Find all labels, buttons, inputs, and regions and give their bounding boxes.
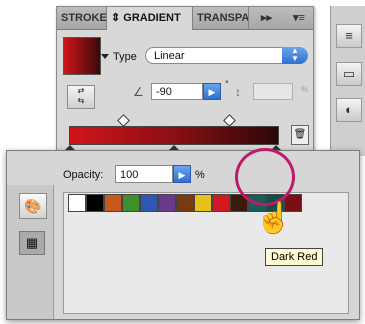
reverse-gradient-button[interactable]: ⇄ ⇆ xyxy=(67,85,95,109)
tab-bar: STROKE ⇕ GRADIENT TRANSPARENCY ▸▸ ▾≡ xyxy=(57,7,313,30)
tab-stepper-icon: ⇕ xyxy=(111,12,121,24)
opacity-input[interactable]: 100 xyxy=(115,165,173,183)
swatch-red[interactable] xyxy=(212,194,230,212)
menu-lines-icon[interactable]: ≡ xyxy=(336,24,362,48)
swatch-purple[interactable] xyxy=(158,194,176,212)
swatch-green[interactable] xyxy=(122,194,140,212)
degree-symbol: ° xyxy=(225,79,229,89)
highlight-circle xyxy=(235,148,295,206)
midpoint-diamond-left[interactable] xyxy=(117,114,130,127)
swatch-white[interactable] xyxy=(68,194,86,212)
grid-view-icon[interactable]: ▦ xyxy=(19,231,45,255)
gradient-swatch[interactable] xyxy=(63,37,101,75)
aspect-percent-symbol: % xyxy=(301,85,309,94)
swatch-brown[interactable] xyxy=(176,194,194,212)
angle-input[interactable]: -90 xyxy=(151,83,203,100)
opacity-unit: % xyxy=(195,169,205,181)
midpoint-diamond-right[interactable] xyxy=(223,114,236,127)
panel-menu-button[interactable]: ▾≡ xyxy=(291,7,313,29)
gradient-panel: STROKE ⇕ GRADIENT TRANSPARENCY ▸▸ ▾≡ Typ… xyxy=(56,6,314,158)
opacity-label: Opacity: xyxy=(63,169,104,181)
tab-gradient[interactable]: ⇕ GRADIENT xyxy=(107,7,193,30)
tab-overflow-button[interactable]: ▸▸ xyxy=(249,7,291,29)
palette-icon[interactable]: 🎨 xyxy=(19,193,47,219)
opacity-dropdown-button[interactable]: ▶ xyxy=(173,165,191,183)
swatch-blue[interactable] xyxy=(140,194,158,212)
gradient-slider[interactable] xyxy=(69,126,279,145)
select-stepper-icon[interactable]: ▲ ▼ xyxy=(282,47,308,64)
swatch-yellow[interactable] xyxy=(194,194,212,212)
gradient-tool-icon[interactable]: ▭ xyxy=(336,62,362,86)
type-label: Type xyxy=(113,51,137,63)
tab-stroke[interactable]: STROKE xyxy=(57,7,107,29)
hand-pointer-icon: ☝ xyxy=(255,202,293,235)
angle-icon: ∠ xyxy=(133,85,144,99)
swatches-panel: 🎨 ▦ Opacity: 100 ▶ % xyxy=(6,150,360,320)
angle-dropdown-button[interactable]: ▶ xyxy=(203,83,221,100)
chevron-down-icon[interactable] xyxy=(101,54,109,59)
delete-stop-icon[interactable]: 🗑 xyxy=(291,125,309,145)
swatch-orange-brown[interactable] xyxy=(104,194,122,212)
swatch-black[interactable] xyxy=(86,194,104,212)
swatch-tooltip: Dark Red xyxy=(265,248,324,266)
aspect-ratio-icon: ↕ xyxy=(235,85,241,99)
tab-gradient-label: GRADIENT xyxy=(123,12,181,24)
tab-transparency[interactable]: TRANSPARENCY xyxy=(193,7,249,29)
transparency-tool-icon[interactable]: ◐ xyxy=(336,98,362,122)
tools-strip: ≡ ▭ ◐ xyxy=(330,6,365,156)
aspect-ratio-input xyxy=(253,83,293,100)
